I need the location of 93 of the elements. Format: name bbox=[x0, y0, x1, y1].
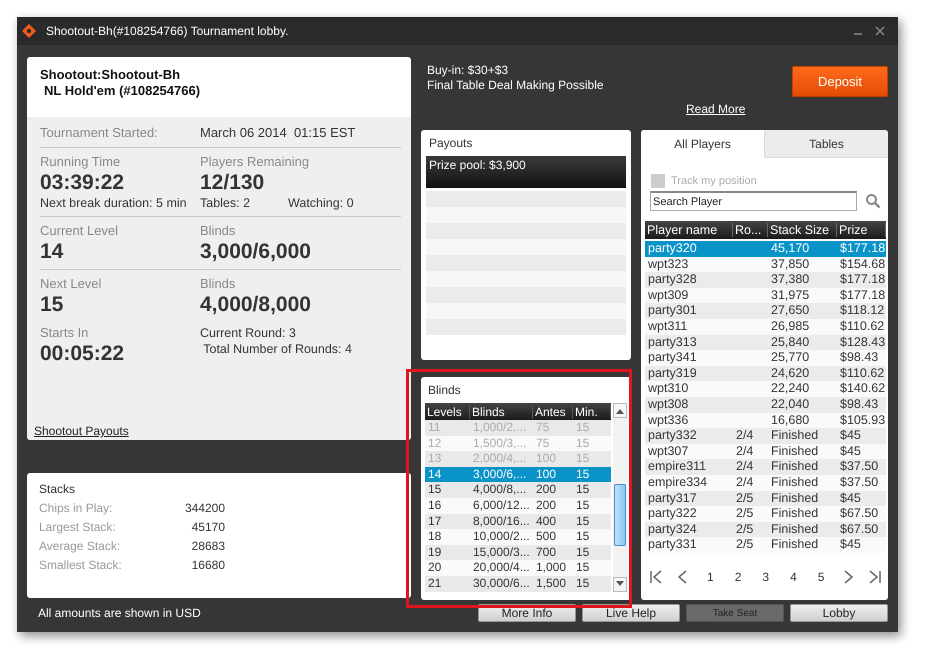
footer-button[interactable]: Lobby bbox=[790, 604, 888, 622]
stack-value: 28683 bbox=[190, 538, 225, 555]
stat-value: 4,000/8,000 bbox=[200, 292, 312, 317]
stat-value: 15 bbox=[40, 292, 64, 317]
page-link[interactable]: 1 bbox=[703, 570, 718, 584]
player-row[interactable]: party328 37,380 $177.18 bbox=[645, 272, 886, 288]
search-field[interactable]: Search Player bbox=[650, 191, 857, 211]
column-header[interactable]: Stack Size bbox=[768, 223, 837, 237]
column-header[interactable]: Player name bbox=[645, 223, 733, 237]
column-header[interactable]: Blinds bbox=[470, 404, 533, 418]
player-row[interactable]: party313 25,840 $128.43 bbox=[645, 334, 886, 350]
blinds-title: Blinds bbox=[428, 383, 462, 397]
player-row[interactable]: wpt310 22,240 $140.62 bbox=[645, 381, 886, 397]
stat-note: Next break duration: 5 min bbox=[40, 195, 187, 211]
player-row[interactable]: party319 24,620 $110.62 bbox=[645, 366, 886, 382]
blinds-row[interactable]: 15 4,000/8,... 200 15 bbox=[425, 482, 611, 498]
stat-label: Running Time bbox=[40, 154, 122, 170]
player-row[interactable]: wpt307 2/4 Finished $45 bbox=[645, 444, 886, 460]
player-row[interactable]: wpt308 22,040 $98.43 bbox=[645, 396, 886, 413]
scroll-down-icon[interactable] bbox=[616, 581, 624, 588]
stat-note: Tables: 2 bbox=[200, 195, 250, 211]
footer-button[interactable]: Live Help bbox=[582, 604, 680, 622]
buy-in-text: Buy-in: $30+$3 bbox=[427, 63, 510, 78]
stat-label: Players Remaining bbox=[200, 154, 310, 170]
prize-pool-row: Prize pool: $3,900 bbox=[426, 156, 626, 188]
stat-value: 14 bbox=[40, 239, 64, 264]
page-link[interactable]: 2 bbox=[730, 570, 746, 584]
blinds-row[interactable]: 20 20,000/4... 1,000 15 bbox=[425, 560, 611, 576]
shootout-payouts-link[interactable]: Shootout Payouts bbox=[34, 424, 129, 438]
player-row[interactable]: party322 2/5 Finished $67.50 bbox=[645, 506, 886, 522]
player-row[interactable]: party324 2/5 Finished $67.50 bbox=[645, 522, 886, 538]
player-row[interactable]: wpt323 37,850 $154.68 bbox=[645, 256, 886, 272]
player-row[interactable]: party331 2/5 Finished $45 bbox=[645, 537, 886, 553]
column-header[interactable]: Min. bbox=[573, 404, 611, 418]
blinds-row[interactable]: 21 30,000/6... 1,500 15 bbox=[425, 576, 611, 592]
page-link[interactable]: 5 bbox=[814, 570, 828, 584]
page-link[interactable]: 3 bbox=[758, 570, 774, 584]
stat-label: Next Level bbox=[40, 276, 102, 292]
blinds-row[interactable]: 18 10,000/2... 500 15 bbox=[425, 529, 611, 545]
payouts-title: Payouts bbox=[429, 136, 474, 150]
tournament-game: NL Hold'em (#108254766) bbox=[43, 83, 202, 99]
diamond-logo-icon bbox=[22, 24, 36, 38]
player-row[interactable]: wpt309 31,975 $177.18 bbox=[645, 288, 886, 304]
buy-in-text: Final Table Deal Making Possible bbox=[427, 78, 604, 93]
page-link[interactable]: 4 bbox=[786, 570, 801, 584]
stat-value: 3,000/6,000 bbox=[200, 239, 312, 264]
stack-value: 16680 bbox=[190, 557, 225, 574]
stack-label: Average Stack: bbox=[39, 538, 122, 555]
player-row[interactable]: party341 25,770 $98.43 bbox=[645, 350, 886, 366]
player-row[interactable]: party301 27,650 $118.12 bbox=[645, 303, 886, 319]
stacks-title: Stacks bbox=[39, 482, 76, 496]
stat-label: Starts In bbox=[40, 325, 90, 341]
stack-value: 45170 bbox=[190, 519, 225, 536]
tab[interactable]: Tables bbox=[764, 130, 888, 158]
stack-label: Chips in Play: bbox=[39, 500, 114, 517]
started-value: March 06 2014 01:15 EST bbox=[200, 125, 356, 140]
stack-value: 344200 bbox=[184, 500, 225, 517]
player-row[interactable]: empire334 2/4 Finished $37.50 bbox=[645, 474, 886, 490]
close-icon[interactable] bbox=[874, 25, 886, 37]
first-page-icon[interactable] bbox=[649, 570, 663, 584]
checkbox-label: Track my position bbox=[671, 175, 757, 187]
search-icon[interactable] bbox=[865, 193, 881, 209]
column-header[interactable]: Prize bbox=[837, 223, 886, 237]
last-page-icon[interactable] bbox=[868, 570, 882, 584]
stat-value: 00:05:22 bbox=[40, 341, 126, 366]
player-row[interactable]: party317 2/5 Finished $45 bbox=[645, 490, 886, 506]
player-row[interactable]: party332 2/4 Finished $45 bbox=[645, 428, 886, 444]
player-row[interactable]: empire311 2/4 Finished $37.50 bbox=[645, 459, 886, 475]
player-row[interactable]: wpt311 26,985 $110.62 bbox=[645, 318, 886, 335]
tournament-name: Shootout:Shootout-Bh bbox=[40, 67, 182, 83]
scroll-up-icon[interactable] bbox=[616, 408, 624, 414]
player-row[interactable]: wpt336 16,680 $105.93 bbox=[645, 412, 886, 428]
read-more-link[interactable]: Read More bbox=[686, 102, 746, 116]
blinds-row[interactable]: 19 15,000/3... 700 15 bbox=[425, 544, 611, 560]
stack-label: Smallest Stack: bbox=[39, 557, 123, 574]
stat-note: Total Number of Rounds: 4 bbox=[202, 341, 352, 357]
blinds-row[interactable]: 16 6,000/12... 200 15 bbox=[425, 498, 611, 514]
scrollbar[interactable] bbox=[613, 403, 627, 592]
started-label: Tournament Started: bbox=[40, 125, 159, 140]
stack-label: Largest Stack: bbox=[39, 519, 117, 536]
blinds-row[interactable]: 17 8,000/16... 400 15 bbox=[425, 514, 611, 530]
stat-label: Current Level bbox=[40, 223, 120, 239]
column-header[interactable]: Antes bbox=[533, 404, 573, 418]
column-header[interactable]: Ro... bbox=[733, 223, 768, 237]
currency-note: All amounts are shown in USD bbox=[38, 606, 201, 620]
stat-label: Blinds bbox=[200, 276, 236, 292]
stat-value: 03:39:22 bbox=[40, 170, 126, 195]
column-header[interactable]: Levels bbox=[425, 404, 470, 418]
stat-note: Watching: 0 bbox=[288, 195, 354, 211]
stat-value: 12/130 bbox=[200, 170, 266, 195]
window-title: Shootout-Bh(#108254766) Tournament lobby. bbox=[46, 24, 288, 38]
stat-note: Current Round: 3 bbox=[200, 325, 296, 341]
stat-label: Blinds bbox=[200, 223, 236, 239]
